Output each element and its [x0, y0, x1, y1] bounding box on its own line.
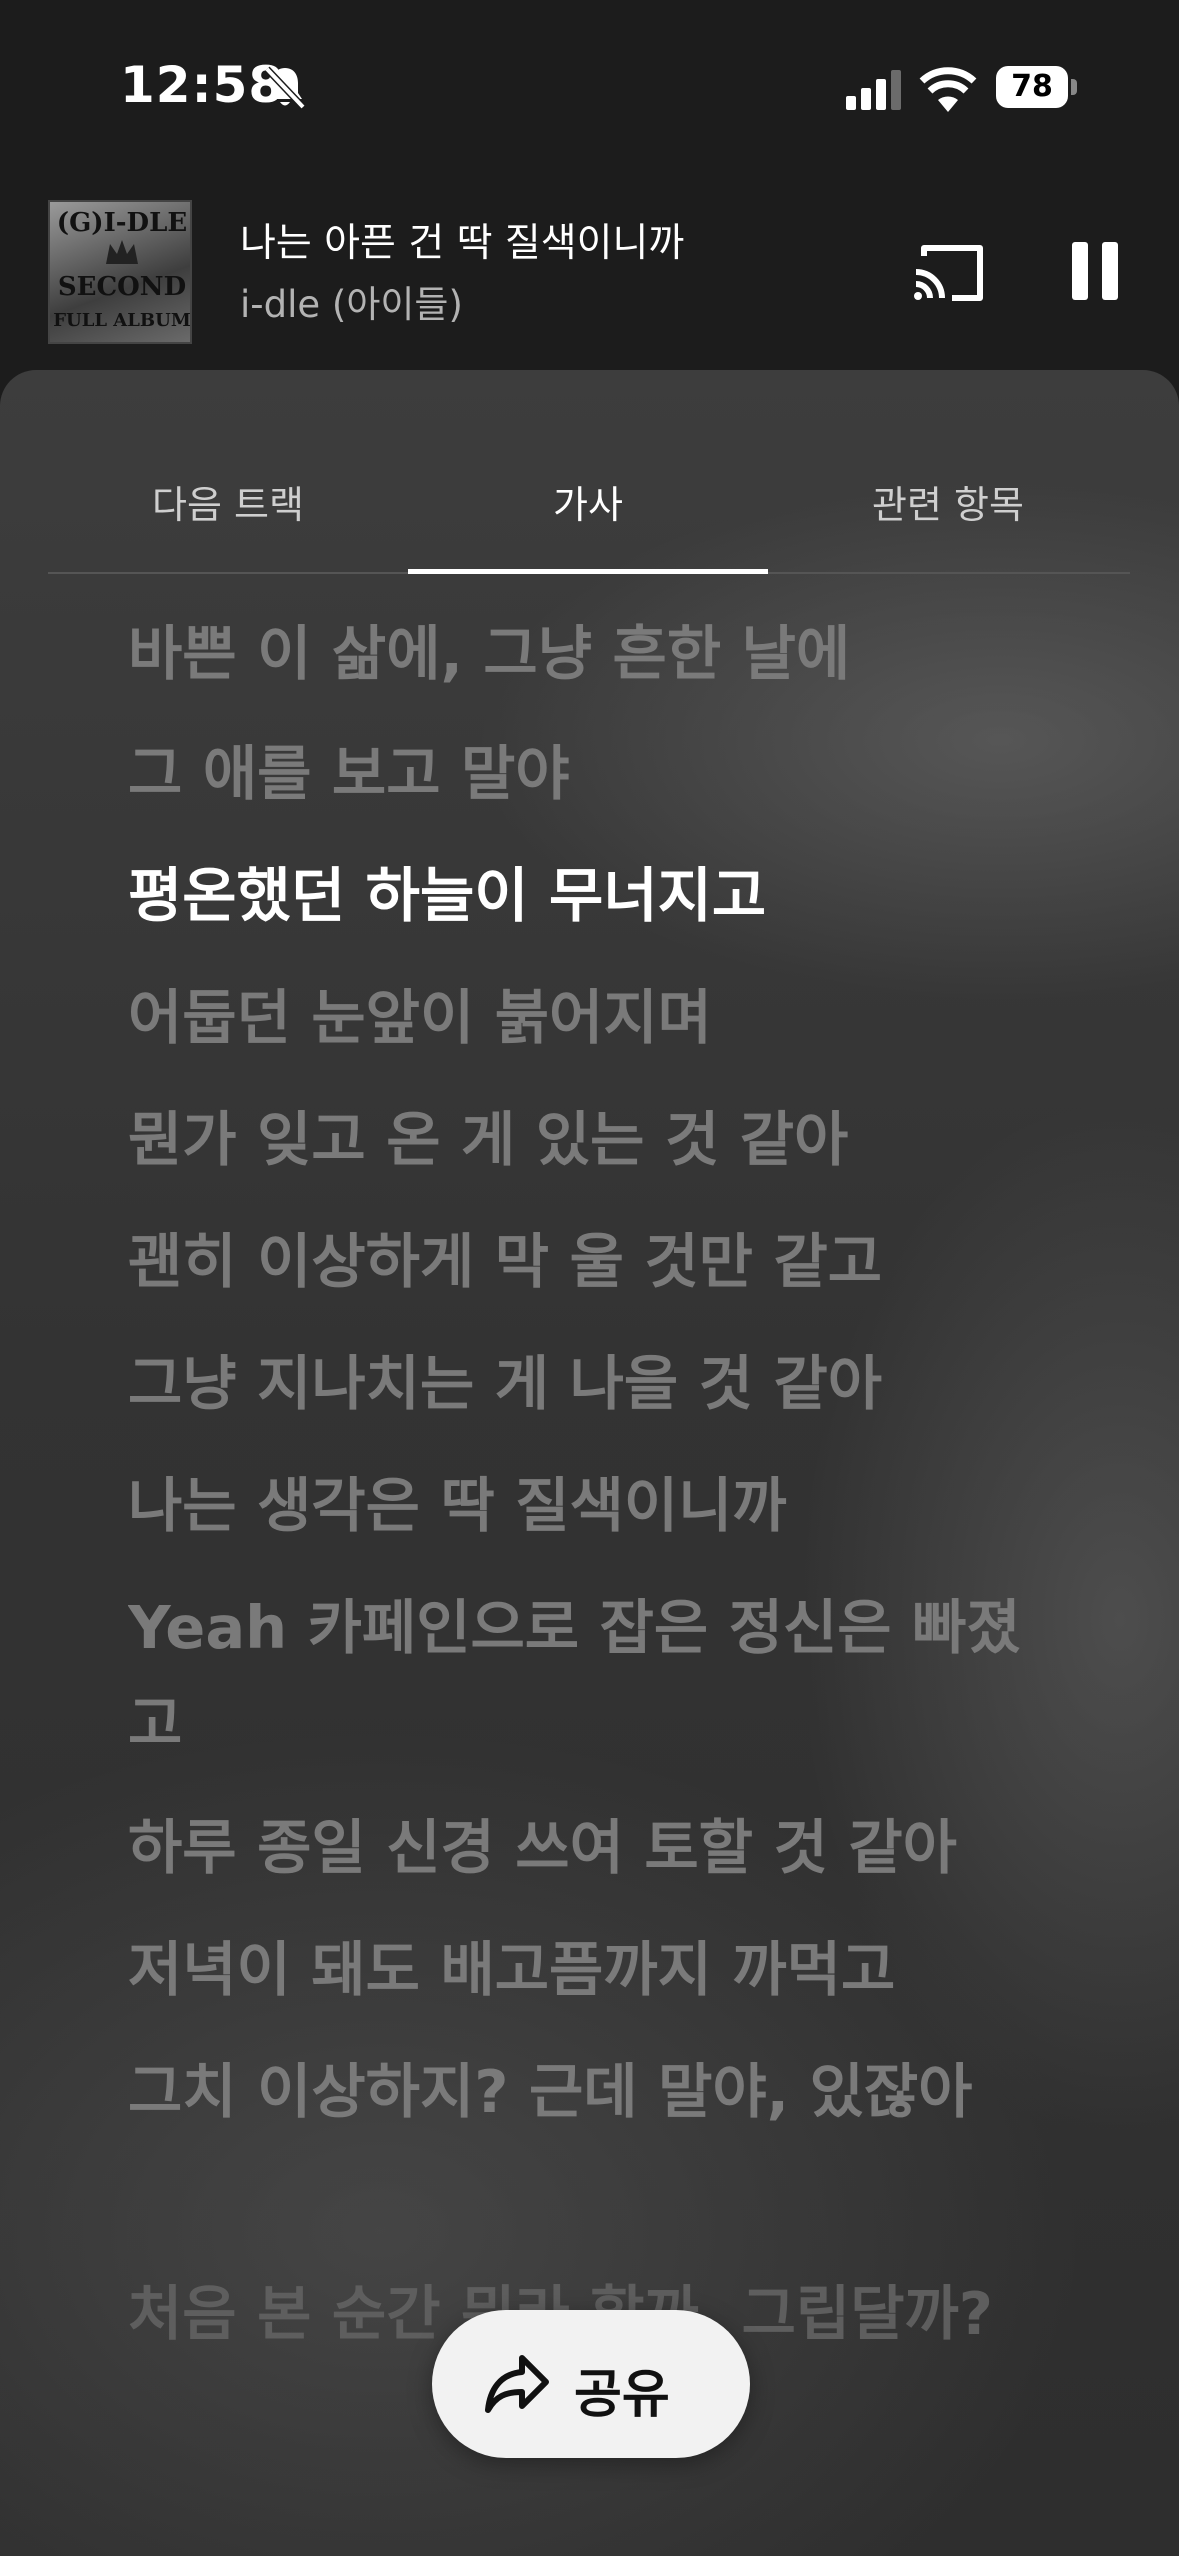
pause-icon-bar-left — [1072, 242, 1088, 300]
lyric-line[interactable]: 하루 종일 신경 쓰여 토할 것 같아 — [128, 1800, 1058, 1896]
crown-emblem-icon — [106, 240, 138, 264]
tab-related[interactable]: 관련 항목 — [768, 474, 1128, 529]
status-bar: 12:58 78 — [0, 0, 1179, 170]
share-label: 공유 — [574, 2365, 670, 2425]
lyrics-sheet: 다음 트랙 가사 관련 항목 바쁜 이 삶에, 그냥 흔한 날에 그 애를 보고… — [0, 370, 1179, 2556]
track-title: 나는 아픈 건 딱 질색이니까 — [240, 221, 685, 266]
album-art-logo: (G)I-DLE — [56, 208, 188, 238]
tab-up-next[interactable]: 다음 트랙 — [48, 474, 408, 529]
status-time: 12:58 — [120, 56, 285, 114]
lyric-line[interactable]: 나는 생각은 딱 질색이니까 — [128, 1458, 1058, 1554]
track-artist[interactable]: i-dle (아이들) — [240, 274, 463, 328]
lyric-line[interactable]: 그치 이상하지? 근데 말야, 있잖아 — [128, 2044, 1058, 2140]
lyric-line[interactable]: 그 애를 보고 말야 — [128, 726, 1058, 822]
battery-tip — [1071, 79, 1077, 95]
lyric-line[interactable]: Yeah 카페인으로 잡은 정신은 빠졌고 — [128, 1580, 1058, 1772]
album-art-subtext: FULL ALBUM — [53, 310, 191, 331]
pause-button[interactable] — [1068, 242, 1122, 304]
lyrics-list[interactable]: 바쁜 이 삶에, 그냥 흔한 날에 그 애를 보고 말야 평온했던 하늘이 무너… — [128, 576, 1078, 2556]
share-button[interactable]: 공유 — [432, 2310, 750, 2458]
battery-indicator: 78 — [996, 64, 1078, 112]
silent-bell-icon — [264, 66, 306, 110]
cellular-signal-icon — [846, 70, 901, 110]
album-art[interactable]: (G)I-DLE SECOND FULL ALBUM — [48, 200, 192, 344]
pause-icon-bar-right — [1102, 242, 1118, 300]
lyric-line[interactable]: 그냥 지나치는 게 나을 것 같아 — [128, 1336, 1058, 1432]
tab-bar: 다음 트랙 가사 관련 항목 — [48, 370, 1130, 576]
lyric-line[interactable]: 바쁜 이 삶에, 그냥 흔한 날에 — [128, 606, 1058, 702]
tab-active-indicator — [408, 569, 768, 574]
mini-player[interactable]: (G)I-DLE SECOND FULL ALBUM 나는 아픈 건 딱 질색이… — [0, 190, 1179, 360]
battery-level: 78 — [996, 66, 1068, 108]
wifi-icon — [919, 67, 977, 112]
lyric-line[interactable]: 어둡던 눈앞이 붉어지며 — [128, 970, 1058, 1066]
album-art-text: SECOND — [57, 272, 187, 302]
lyric-line[interactable]: 뭔가 잊고 온 게 있는 것 같아 — [128, 1092, 1058, 1188]
lyric-line[interactable]: 괜히 이상하게 막 울 것만 같고 — [128, 1214, 1058, 1310]
lyric-line-current[interactable]: 평온했던 하늘이 무너지고 — [128, 848, 1058, 944]
tab-lyrics[interactable]: 가사 — [408, 474, 768, 529]
lyric-line[interactable]: 저녁이 돼도 배고픔까지 까먹고 — [128, 1922, 1058, 2018]
share-arrow-icon — [485, 2355, 549, 2413]
cast-icon[interactable] — [912, 242, 986, 304]
